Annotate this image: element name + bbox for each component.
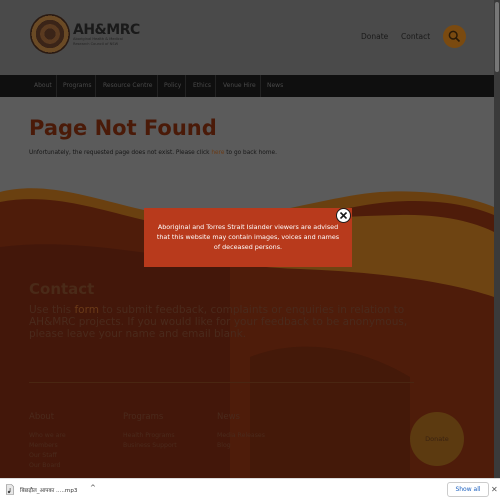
cultural-warning-modal: Aboriginal and Torres Strait Islander vi…	[144, 208, 352, 267]
footer-donate-button[interactable]: Donate	[410, 412, 464, 466]
logo-subtitle: Aboriginal Health & Medical Research Cou…	[73, 37, 123, 46]
header-donate-link[interactable]: Donate	[361, 32, 388, 41]
search-button[interactable]	[443, 25, 466, 48]
download-item[interactable]: बिछड़ौल_आपका .....mp3 ^	[4, 482, 96, 498]
download-bar-close-icon[interactable]: ✕	[491, 485, 498, 494]
nav-item-news[interactable]: News	[263, 75, 287, 97]
not-found-message: Unfortunately, the requested page does n…	[29, 150, 277, 156]
footer-link-our-staff[interactable]: Our Staff	[29, 452, 57, 459]
download-bar: बिछड़ौल_आपका .....mp3 ^ Show all ✕	[0, 478, 500, 500]
show-all-button[interactable]: Show all	[447, 482, 489, 497]
logo-title[interactable]: AH&MRC	[73, 22, 140, 38]
search-icon	[448, 30, 461, 43]
feedback-form-link[interactable]: form	[74, 304, 98, 316]
modal-close-button[interactable]	[336, 208, 351, 223]
nav-item-about[interactable]: About	[30, 75, 57, 97]
header-contact-link[interactable]: Contact	[401, 32, 430, 41]
contact-description: Use this form to submit feedback, compla…	[29, 304, 408, 340]
download-file-name: बिछड़ौल_आपका .....mp3	[20, 488, 78, 494]
main-navigation: About Programs Resource Centre Policy Et…	[0, 75, 494, 97]
footer-programs-heading: Programs	[123, 412, 164, 422]
page-content: Page Not Found Unfortunately, the reques…	[0, 97, 494, 500]
close-icon	[339, 211, 347, 219]
footer-about-heading: About	[29, 412, 55, 422]
logo-icon[interactable]	[30, 14, 70, 54]
footer-link-blog[interactable]: Blog	[217, 442, 231, 449]
home-link[interactable]: here	[211, 150, 224, 156]
site-header: AH&MRC Aboriginal Health & Medical Resea…	[0, 0, 494, 75]
nav-item-programs[interactable]: Programs	[59, 75, 97, 97]
music-file-icon	[6, 484, 14, 495]
footer-link-business-support[interactable]: Business Support	[123, 442, 177, 449]
nav-item-policy[interactable]: Policy	[160, 75, 187, 97]
nav-item-venue-hire[interactable]: Venue Hire	[219, 75, 261, 97]
footer-divider	[29, 382, 414, 383]
footer-link-health-programs[interactable]: Health Programs	[123, 432, 175, 439]
scrollbar-thumb[interactable]	[495, 2, 499, 72]
page-scrollbar[interactable]	[494, 0, 500, 478]
chevron-up-icon[interactable]: ^	[90, 484, 96, 492]
footer-news-heading: News	[217, 412, 240, 422]
nav-item-ethics[interactable]: Ethics	[189, 75, 217, 97]
footer-link-who-we-are[interactable]: Who we are	[29, 432, 66, 439]
footer-link-our-board[interactable]: Our Board	[29, 462, 61, 469]
footer-link-media-releases[interactable]: Media Releases	[217, 432, 265, 439]
footer-link-members[interactable]: Members	[29, 442, 58, 449]
modal-message: Aboriginal and Torres Strait Islander vi…	[156, 223, 340, 251]
page-title: Page Not Found	[29, 116, 217, 140]
nav-item-resource-centre[interactable]: Resource Centre	[99, 75, 158, 97]
contact-heading: Contact	[29, 280, 95, 298]
